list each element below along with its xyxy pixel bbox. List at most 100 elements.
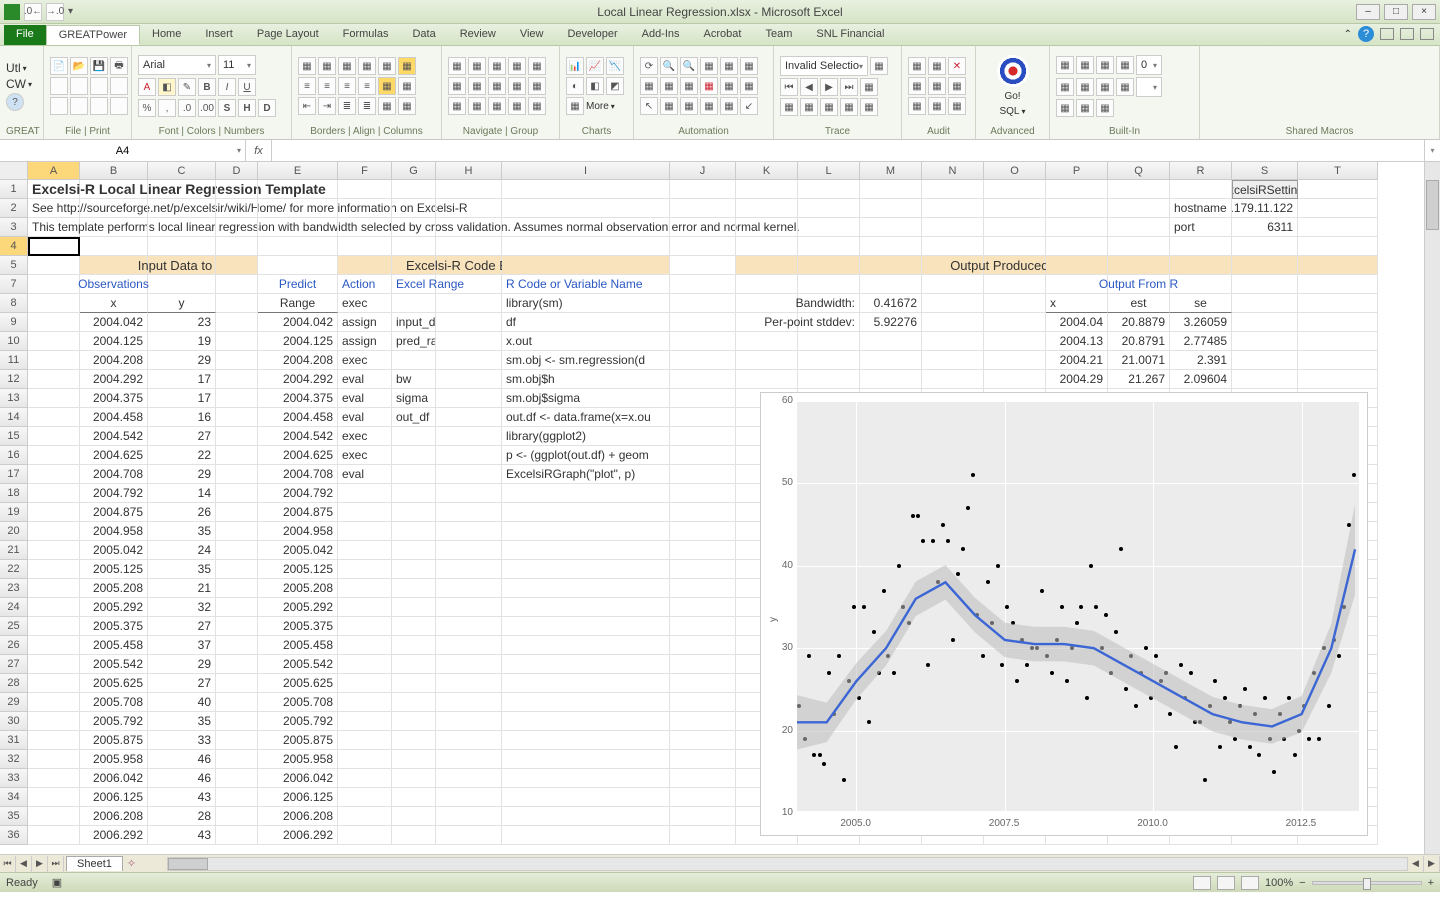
cell[interactable] [338,807,392,826]
cell[interactable]: assign [338,332,392,351]
cell[interactable] [670,199,736,218]
cell[interactable] [736,180,798,199]
trace[interactable]: ▦ [860,78,878,96]
cell[interactable] [860,218,922,237]
row-header[interactable]: 10 [0,332,28,351]
cell[interactable] [502,541,670,560]
cell[interactable]: input_df [392,313,436,332]
trace[interactable]: ▶ [820,78,838,96]
cell[interactable] [216,598,258,617]
cell[interactable] [216,237,258,256]
cell[interactable]: 2004.542 [258,427,338,446]
cell[interactable] [922,218,984,237]
cell[interactable] [338,560,392,579]
fill-color-icon[interactable]: ◧ [158,78,176,96]
cell[interactable] [216,788,258,807]
align[interactable]: ≡ [338,77,356,95]
column-header[interactable]: O [984,162,1046,179]
cell[interactable] [1232,237,1298,256]
cell[interactable] [798,180,860,199]
tab-acrobat[interactable]: Acrobat [692,25,754,45]
cell[interactable] [670,541,736,560]
cell[interactable]: 27 [148,427,216,446]
cell[interactable] [258,199,338,218]
cell[interactable] [984,199,1046,218]
bi-dd[interactable]: 0▾ [1136,55,1162,75]
cell[interactable] [436,408,502,427]
cell[interactable] [392,826,436,845]
audit[interactable]: ▦ [948,97,966,115]
cell[interactable]: sm.obj <- sm.regression(d [502,351,670,370]
cell[interactable] [798,332,860,351]
cell[interactable] [28,408,80,427]
new-icon[interactable]: 📄 [50,57,68,75]
cell[interactable] [436,389,502,408]
tab-team[interactable]: Team [753,25,804,45]
cell[interactable] [922,275,984,294]
row-header[interactable]: 29 [0,693,28,712]
nav[interactable]: ▦ [468,57,486,75]
nav[interactable]: ▦ [448,97,466,115]
cell[interactable] [28,503,80,522]
cell[interactable] [1170,275,1232,294]
cell[interactable] [1298,237,1378,256]
cell[interactable]: 2005.708 [80,693,148,712]
auto[interactable]: ↖ [640,97,658,115]
cell[interactable]: 2005.542 [258,655,338,674]
tab-review[interactable]: Review [448,25,508,45]
cell[interactable]: Excel Range [392,275,436,294]
cell[interactable] [338,503,392,522]
auto[interactable]: ▦ [700,97,718,115]
cell[interactable] [392,237,436,256]
cell[interactable] [436,237,502,256]
auto[interactable]: 🔍 [680,57,698,75]
cell[interactable]: 2004.208 [258,351,338,370]
cell[interactable]: sm.obj$h [502,370,670,389]
cell[interactable] [216,484,258,503]
cell[interactable] [28,598,80,617]
cell[interactable]: out_df [392,408,436,427]
bold-button[interactable]: B [198,78,216,96]
cell[interactable] [670,598,736,617]
cell[interactable]: 20.8879 [1108,313,1170,332]
cell[interactable] [216,465,258,484]
cell[interactable] [798,370,860,389]
name-box[interactable]: ▾ [0,140,246,161]
cell[interactable] [670,503,736,522]
col[interactable]: ▦ [378,97,396,115]
tab-home[interactable]: Home [140,25,193,45]
fx-button[interactable]: fx [246,140,272,161]
cell[interactable]: 2004.292 [258,370,338,389]
dec-button[interactable]: .0 [178,99,196,117]
cell[interactable] [392,484,436,503]
cell[interactable]: 2005.375 [258,617,338,636]
cell[interactable]: 32 [148,598,216,617]
cell[interactable] [216,199,258,218]
cell[interactable] [670,313,736,332]
cell[interactable]: library(sm) [502,294,670,313]
increase-decimal-icon[interactable]: →.0 [46,3,64,21]
cell[interactable] [922,370,984,389]
row-header[interactable]: 27 [0,655,28,674]
cell[interactable] [502,655,670,674]
cell[interactable] [436,313,502,332]
cell[interactable]: 2005.208 [80,579,148,598]
cell[interactable] [670,617,736,636]
column-header[interactable]: J [670,162,736,179]
cell[interactable] [148,218,216,237]
cell[interactable] [216,256,258,275]
cell[interactable] [1108,180,1170,199]
cell[interactable] [436,351,502,370]
chart-icon[interactable]: ◩ [606,77,624,95]
cell[interactable]: p <- (ggplot(out.df) + geom [502,446,670,465]
cell[interactable]: df [502,313,670,332]
cell[interactable]: 2005.292 [80,598,148,617]
cell[interactable] [338,218,392,237]
cell[interactable] [392,503,436,522]
cell[interactable]: 2004.708 [258,465,338,484]
column-header[interactable]: P [1046,162,1108,179]
cell[interactable] [1046,180,1108,199]
tab-file[interactable]: File [4,25,46,45]
cell[interactable] [216,351,258,370]
cell[interactable]: 2006.125 [258,788,338,807]
